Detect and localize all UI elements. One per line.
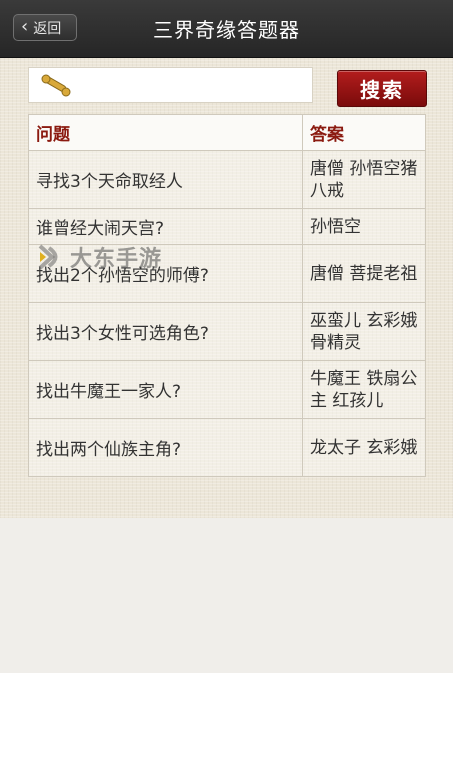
table-row[interactable]: 找出3个女性可选角色? 巫蛮儿 玄彩娥 骨精灵 xyxy=(28,302,426,361)
table-header-row: 问题 答案 xyxy=(28,114,426,151)
watermark-text: 大东手游 xyxy=(70,247,163,272)
question-cell: 找出牛魔王一家人? xyxy=(28,360,303,419)
key-icon xyxy=(41,74,71,97)
content-area: 搜索 问题 答案 寻找3个天命取经人 唐僧 孙悟空猪八戒 谁曾经大闹天宫? 孙悟… xyxy=(0,58,453,731)
table-row[interactable]: 找出两个仙族主角? 龙太子 玄彩娥 xyxy=(28,418,426,477)
table-row[interactable]: 找出牛魔王一家人? 牛魔王 铁扇公主 红孩儿 xyxy=(28,360,426,419)
bottom-blank-area xyxy=(0,673,453,757)
search-input[interactable] xyxy=(28,67,313,103)
answer-cell: 牛魔王 铁扇公主 红孩儿 xyxy=(302,360,426,419)
page-title: 三界奇缘答题器 xyxy=(153,18,300,42)
answer-column-header: 答案 xyxy=(302,114,426,151)
qa-table: 问题 答案 寻找3个天命取经人 唐僧 孙悟空猪八戒 谁曾经大闹天宫? 孙悟空 找… xyxy=(28,114,426,477)
table-row[interactable]: 谁曾经大闹天宫? 孙悟空 xyxy=(28,208,426,245)
watermark-logo-icon xyxy=(38,244,58,270)
question-cell: 找出两个仙族主角? xyxy=(28,418,303,477)
answer-cell: 唐僧 孙悟空猪八戒 xyxy=(302,150,426,209)
answer-cell: 巫蛮儿 玄彩娥 骨精灵 xyxy=(302,302,426,361)
table-row[interactable]: 寻找3个天命取经人 唐僧 孙悟空猪八戒 xyxy=(28,150,426,209)
search-row: 搜索 xyxy=(0,58,453,118)
question-cell: 谁曾经大闹天宫? xyxy=(28,208,303,245)
question-cell: 找出3个女性可选角色? xyxy=(28,302,303,361)
answer-cell: 龙太子 玄彩娥 xyxy=(302,418,426,477)
question-column-header: 问题 xyxy=(28,114,303,151)
watermark: 大东手游 xyxy=(36,241,162,273)
search-button[interactable]: 搜索 xyxy=(337,70,427,107)
top-bar: ‹ 返回 三界奇缘答题器 xyxy=(0,0,453,58)
answer-cell: 唐僧 菩提老祖 xyxy=(302,244,426,303)
question-cell: 寻找3个天命取经人 xyxy=(28,150,303,209)
answer-cell: 孙悟空 xyxy=(302,208,426,245)
